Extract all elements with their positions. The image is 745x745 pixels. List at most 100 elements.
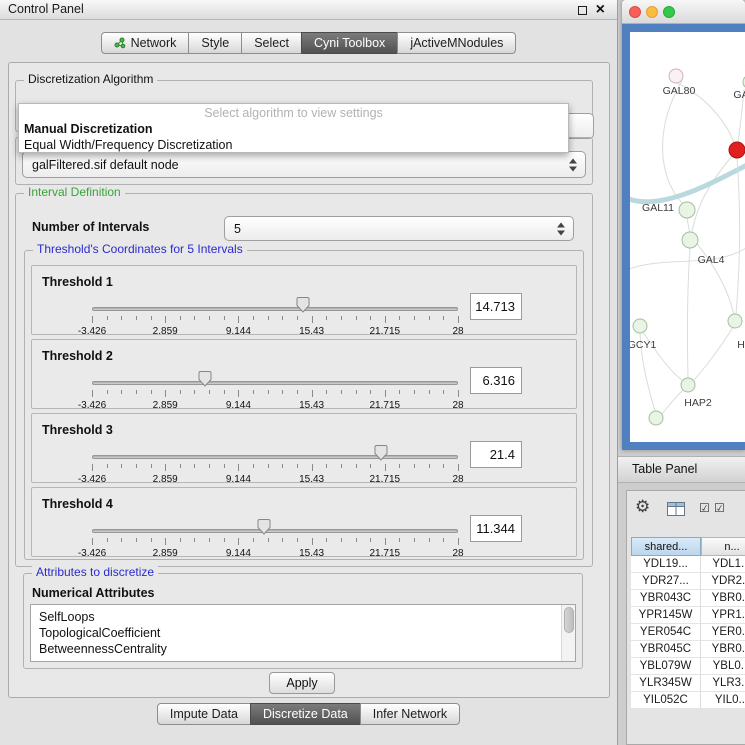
attributes-listbox[interactable]: SelfLoopsTopologicalCoefficientBetweenne… (30, 604, 576, 662)
table-cell[interactable]: YPR1... (701, 607, 745, 624)
slider-track[interactable] (92, 455, 458, 459)
table-cell[interactable]: YBR0... (701, 590, 745, 607)
threshold-slider[interactable]: -3.4262.8599.14415.4321.71528 (92, 369, 458, 411)
threshold-value-field[interactable]: 21.4 (470, 441, 522, 468)
dropdown-placeholder-item[interactable]: Select algorithm to view settings (19, 105, 568, 121)
table-cell[interactable]: YIL0... (701, 692, 745, 708)
zoom-traffic-light-icon[interactable] (663, 6, 675, 18)
select-all-columns-checkbox-icon[interactable]: ☑ (699, 501, 710, 515)
table-cell[interactable]: YBL079W (631, 658, 701, 675)
network-canvas[interactable]: GAL80GAGAL11GAL4GCY1HHAP2 (630, 32, 745, 442)
table-cell[interactable]: YPR145W (631, 607, 701, 624)
scale-label: 2.859 (153, 548, 178, 559)
threshold-slider[interactable]: -3.4262.8599.14415.4321.71528 (92, 295, 458, 337)
slider-track[interactable] (92, 381, 458, 385)
tab-infer-network[interactable]: Infer Network (360, 703, 460, 725)
network-edge[interactable] (736, 158, 740, 314)
table-cell[interactable]: YDR27... (631, 573, 701, 590)
slider-track[interactable] (92, 529, 458, 533)
network-window-titlebar[interactable] (622, 0, 745, 24)
table-cell[interactable]: YBR045C (631, 641, 701, 658)
table-panel-header[interactable]: Table Panel (618, 456, 745, 483)
table-cell[interactable]: YDL1... (701, 556, 745, 573)
dropdown-option-manual-discretization[interactable]: Manual Discretization (19, 121, 568, 137)
network-edge[interactable] (687, 248, 690, 378)
gear-icon[interactable]: ⚙ (635, 497, 650, 517)
number-of-intervals-combobox[interactable]: 5 (224, 216, 574, 241)
table-cell[interactable]: YDL19... (631, 556, 701, 573)
table-row[interactable]: YDL19...YDL1... (631, 556, 745, 573)
attribute-list-item[interactable]: SelfLoops (31, 609, 575, 625)
tab-select[interactable]: Select (241, 32, 302, 54)
slider-thumb[interactable] (198, 371, 213, 387)
network-node[interactable] (679, 202, 695, 218)
tick-mark (180, 464, 181, 468)
network-node[interactable] (682, 232, 698, 248)
slider-thumb[interactable] (374, 445, 389, 461)
tab-impute-data[interactable]: Impute Data (157, 703, 251, 725)
network-node[interactable] (649, 411, 663, 425)
control-panel-titlebar[interactable]: Control Panel × (0, 0, 617, 20)
tab-network[interactable]: Network (101, 32, 190, 54)
scrollbar-thumb[interactable] (564, 607, 574, 633)
table-row[interactable]: YPR145WYPR1... (631, 607, 745, 624)
table-cell[interactable]: YDR2... (701, 573, 745, 590)
network-edge[interactable] (663, 81, 683, 204)
minimize-traffic-light-icon[interactable] (646, 6, 658, 18)
vertical-scrollbar[interactable] (561, 605, 575, 661)
table-cell[interactable]: YLR345W (631, 675, 701, 692)
network-edge[interactable] (630, 164, 745, 202)
table-row[interactable]: YIL052CYIL0... (631, 692, 745, 708)
apply-button[interactable]: Apply (269, 672, 335, 694)
network-edge[interactable] (687, 218, 690, 232)
columns-icon[interactable] (667, 502, 685, 516)
float-window-icon[interactable] (578, 6, 587, 15)
threshold-value-field[interactable]: 11.344 (470, 515, 522, 542)
network-edge[interactable] (662, 390, 683, 414)
column-header-shared-name[interactable]: shared... (631, 537, 701, 556)
network-node[interactable] (728, 314, 742, 328)
table-row[interactable]: YDR27...YDR2... (631, 573, 745, 590)
table-row[interactable]: YBR043CYBR0... (631, 590, 745, 607)
table-cell[interactable]: YIL052C (631, 692, 701, 708)
table-cell[interactable]: YER054C (631, 624, 701, 641)
threshold-value-field[interactable]: 6.316 (470, 367, 522, 394)
table-cell[interactable]: YBL0... (701, 658, 745, 675)
table-cell[interactable]: YER0... (701, 624, 745, 641)
tick-mark (399, 538, 400, 542)
tab-discretize-data[interactable]: Discretize Data (250, 703, 361, 725)
table-cell[interactable]: YLR3... (701, 675, 745, 692)
table-cell[interactable]: YBR043C (631, 590, 701, 607)
tab-jactivemnodules[interactable]: jActiveMNodules (397, 32, 516, 54)
table-row[interactable]: YBL079WYBL0... (631, 658, 745, 675)
attribute-list-item[interactable]: TopologicalCoefficient (31, 625, 575, 641)
table-row[interactable]: YLR345WYLR3... (631, 675, 745, 692)
close-icon[interactable]: × (596, 2, 605, 18)
network-node[interactable] (729, 142, 745, 158)
slider-track[interactable] (92, 307, 458, 311)
column-header-name[interactable]: n... (701, 537, 745, 556)
table-cell[interactable]: YBR0... (701, 641, 745, 658)
table-data-combobox[interactable]: galFiltered.sif default node (22, 151, 586, 178)
attribute-list-item[interactable]: BetweennessCentrality (31, 641, 575, 657)
network-edge[interactable] (630, 246, 745, 270)
network-node[interactable] (669, 69, 683, 83)
network-node[interactable] (633, 319, 647, 333)
tab-cyni-toolbox[interactable]: Cyni Toolbox (301, 32, 398, 54)
threshold-slider[interactable]: -3.4262.8599.14415.4321.71528 (92, 517, 458, 559)
tick-mark (151, 316, 152, 320)
tick-mark (385, 316, 386, 323)
unselect-columns-checkbox-icon[interactable]: ☑ (714, 501, 725, 515)
slider-thumb[interactable] (296, 297, 311, 313)
dropdown-option-equal-width-frequency[interactable]: Equal Width/Frequency Discretization (19, 137, 568, 153)
network-edge[interactable] (692, 156, 732, 232)
threshold-value-field[interactable]: 14.713 (470, 293, 522, 320)
network-node[interactable] (681, 378, 695, 392)
close-traffic-light-icon[interactable] (629, 6, 641, 18)
table-row[interactable]: YBR045CYBR0... (631, 641, 745, 658)
threshold-slider[interactable]: -3.4262.8599.14415.4321.71528 (92, 443, 458, 485)
tab-style[interactable]: Style (188, 32, 242, 54)
network-edge[interactable] (694, 327, 733, 380)
slider-thumb[interactable] (257, 519, 272, 535)
table-row[interactable]: YER054CYER0... (631, 624, 745, 641)
